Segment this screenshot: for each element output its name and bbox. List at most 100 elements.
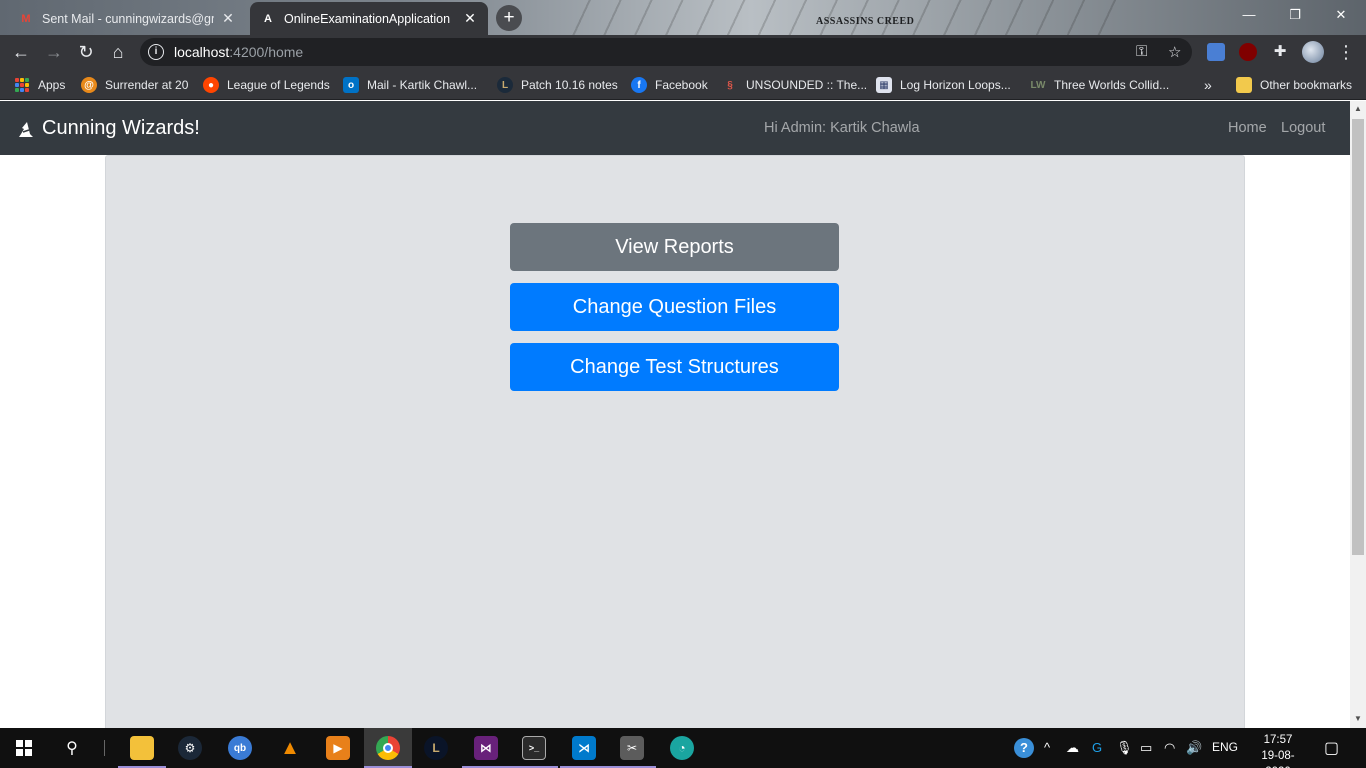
home-icon[interactable]: ⌂ bbox=[106, 40, 130, 64]
notifications-icon[interactable]: ▢ bbox=[1324, 738, 1339, 758]
onedrive-icon[interactable]: ☁ bbox=[1066, 740, 1079, 756]
bookmark-label: Log Horizon Loops... bbox=[900, 78, 1011, 92]
system-clock[interactable]: 17:57 19-08-2020 bbox=[1252, 732, 1304, 768]
lw-icon: LW bbox=[1030, 79, 1046, 91]
address-url[interactable]: localhost:4200/home bbox=[174, 44, 303, 60]
taskbar-league-client[interactable]: L bbox=[412, 728, 460, 768]
microphone-icon[interactable]: 🎙 bbox=[1116, 740, 1133, 756]
clock-time: 17:57 bbox=[1263, 734, 1293, 746]
nav-logout-link[interactable]: Logout bbox=[1281, 120, 1325, 136]
menu-kebab-icon[interactable]: ⋮ bbox=[1334, 40, 1358, 64]
browser-toolbar: ← → ↻ ⌂ i localhost:4200/home ⚿ ☆ ✚ ⋮ bbox=[0, 35, 1366, 69]
bookmark-label: Mail - Kartik Chawl... bbox=[367, 78, 478, 92]
clock-date: 19-08-2020 bbox=[1261, 750, 1295, 768]
view-reports-button[interactable]: View Reports bbox=[510, 223, 839, 271]
back-arrow-icon[interactable]: ← bbox=[9, 40, 33, 64]
apps-grid-icon bbox=[14, 77, 30, 93]
translate-extension-icon[interactable] bbox=[1207, 43, 1225, 61]
close-tab-icon[interactable]: ✕ bbox=[220, 10, 236, 27]
bookmark-log-horizon[interactable]: ▦ Log Horizon Loops... bbox=[876, 76, 1011, 94]
ublock-extension-icon[interactable] bbox=[1239, 43, 1257, 61]
taskbar-qbittorrent[interactable]: qb bbox=[216, 728, 264, 768]
show-hidden-icons-chevron-icon[interactable]: ^ bbox=[1044, 740, 1050, 755]
file-explorer-icon bbox=[130, 736, 154, 760]
reddit-icon: ● bbox=[203, 77, 219, 93]
taskbar-terminal[interactable]: >_ bbox=[510, 728, 558, 768]
bookmark-surrender-at-20[interactable]: @ Surrender at 20 bbox=[81, 76, 188, 94]
tab-online-examination[interactable]: A OnlineExaminationApplication ✕ bbox=[250, 2, 488, 35]
site-info-icon[interactable]: i bbox=[148, 44, 164, 60]
media-player-icon: ▶ bbox=[326, 736, 350, 760]
visual-studio-icon: ⋈ bbox=[474, 736, 498, 760]
reload-icon[interactable]: ↻ bbox=[74, 40, 98, 64]
change-question-files-button[interactable]: Change Question Files bbox=[510, 283, 839, 331]
windows-taskbar: ⚲ ⚙ qb ▲ ▶ L ⋈ >_ ⋊ ✂ ◔ ? ^ ☁ G 🎙 ▭ ◠ 🔊 bbox=[0, 728, 1366, 768]
scroll-up-arrow-icon[interactable]: ▲ bbox=[1350, 101, 1366, 117]
qbittorrent-icon: qb bbox=[228, 736, 252, 760]
taskbar-media-player[interactable]: ▶ bbox=[314, 728, 362, 768]
profile-avatar-icon[interactable] bbox=[1302, 41, 1324, 63]
bookmark-league-of-legends[interactable]: ● League of Legends bbox=[203, 76, 330, 94]
start-button[interactable] bbox=[0, 728, 48, 768]
bookmark-patch-notes[interactable]: L Patch 10.16 notes bbox=[497, 76, 618, 94]
bookmark-label: Apps bbox=[38, 78, 66, 92]
search-button[interactable]: ⚲ bbox=[48, 728, 96, 768]
taskbar-file-explorer[interactable] bbox=[118, 728, 166, 768]
snipping-tool-icon: ✂ bbox=[620, 736, 644, 760]
forward-arrow-icon[interactable]: → bbox=[42, 40, 66, 64]
language-indicator[interactable]: ENG bbox=[1212, 740, 1238, 754]
restore-button[interactable]: ❐ bbox=[1272, 0, 1318, 30]
facebook-icon: f bbox=[631, 77, 647, 93]
wizard-hat-icon bbox=[19, 121, 33, 137]
chrome-icon bbox=[376, 736, 400, 760]
browser-tab-strip: M Sent Mail - cunningwizards@gm ✕ A Onli… bbox=[0, 0, 1366, 35]
bookmark-mail[interactable]: o Mail - Kartik Chawl... bbox=[343, 76, 477, 94]
taskbar-snipping-tool[interactable]: ✂ bbox=[608, 728, 656, 768]
star-icon[interactable]: ☆ bbox=[1168, 43, 1181, 61]
admin-actions-card: View Reports Change Question Files Chang… bbox=[105, 155, 1245, 730]
close-tab-icon[interactable]: ✕ bbox=[462, 10, 478, 27]
wifi-icon[interactable]: ◠ bbox=[1164, 740, 1175, 756]
taskbar-app[interactable]: ◔ bbox=[658, 728, 706, 768]
volume-icon[interactable]: 🔊 bbox=[1186, 740, 1202, 756]
battery-icon[interactable]: ▭ bbox=[1140, 740, 1152, 756]
tab-title: OnlineExaminationApplication bbox=[284, 11, 451, 26]
logitech-icon[interactable]: G bbox=[1092, 740, 1102, 755]
surrender-icon: @ bbox=[81, 77, 97, 93]
app-navbar: Cunning Wizards! Hi Admin: Kartik Chawla… bbox=[0, 101, 1350, 155]
minimize-button[interactable]: — bbox=[1226, 0, 1272, 30]
address-bar[interactable]: i localhost:4200/home ⚿ ☆ bbox=[140, 38, 1192, 66]
bookmarks-bar: Apps @ Surrender at 20 ● League of Legen… bbox=[0, 69, 1366, 100]
taskbar-vscode[interactable]: ⋊ bbox=[560, 728, 608, 768]
bookmark-label: Three Worlds Collid... bbox=[1054, 78, 1170, 92]
scroll-down-arrow-icon[interactable]: ▼ bbox=[1350, 711, 1366, 727]
taskbar-steam[interactable]: ⚙ bbox=[166, 728, 214, 768]
theme-logo: ASSASSINS CREED bbox=[816, 16, 915, 27]
bookmark-overflow-chevron[interactable]: » bbox=[1204, 76, 1212, 94]
extensions-puzzle-icon[interactable]: ✚ bbox=[1268, 40, 1292, 64]
brand-link[interactable]: Cunning Wizards! bbox=[16, 117, 200, 140]
scroll-thumb[interactable] bbox=[1352, 119, 1364, 555]
bookmark-facebook[interactable]: f Facebook bbox=[631, 76, 708, 94]
close-window-button[interactable]: ✕ bbox=[1318, 0, 1364, 30]
bookmark-three-worlds[interactable]: LW Three Worlds Collid... bbox=[1030, 76, 1170, 94]
key-icon[interactable]: ⚿ bbox=[1136, 43, 1147, 60]
search-icon: ⚲ bbox=[66, 740, 78, 757]
taskbar-vlc[interactable]: ▲ bbox=[266, 728, 314, 768]
new-tab-button[interactable]: + bbox=[496, 5, 522, 31]
help-icon[interactable]: ? bbox=[1014, 738, 1034, 758]
taskbar-visual-studio[interactable]: ⋈ bbox=[462, 728, 510, 768]
page-scrollbar[interactable]: ▲ ▼ bbox=[1350, 101, 1366, 730]
app-circle-icon: ◔ bbox=[670, 736, 694, 760]
bookmark-apps[interactable]: Apps bbox=[14, 76, 65, 94]
steam-icon: ⚙ bbox=[178, 736, 202, 760]
taskbar-divider bbox=[104, 740, 105, 756]
nav-home-link[interactable]: Home bbox=[1228, 120, 1267, 136]
tab-sent-mail[interactable]: M Sent Mail - cunningwizards@gm ✕ bbox=[8, 2, 246, 35]
bookmark-label: Surrender at 20 bbox=[105, 78, 189, 92]
change-test-structures-button[interactable]: Change Test Structures bbox=[510, 343, 839, 391]
bookmark-label: League of Legends bbox=[227, 78, 330, 92]
taskbar-chrome[interactable] bbox=[364, 728, 412, 768]
bookmark-other[interactable]: Other bookmarks bbox=[1236, 76, 1352, 94]
bookmark-unsounded[interactable]: § UNSOUNDED :: The... bbox=[722, 76, 867, 94]
